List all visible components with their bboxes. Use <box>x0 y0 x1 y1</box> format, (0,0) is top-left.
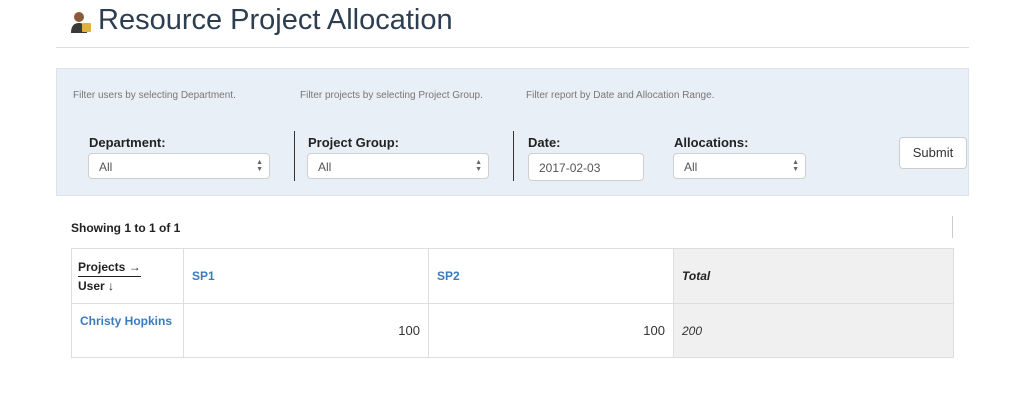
allocations-select[interactable]: All ▲ ▼ <box>673 153 806 179</box>
page-title-text: Resource Project Allocation <box>98 4 453 36</box>
corner-header: Projects → User ↓ <box>71 248 184 304</box>
filter-divider <box>294 131 295 181</box>
column-header-sp2[interactable]: SP2 <box>428 248 674 304</box>
column-header-sp1[interactable]: SP1 <box>183 248 429 304</box>
date-allocation-hint: Filter report by Date and Allocation Ran… <box>526 90 715 101</box>
allocation-cell-sp2: 100 <box>428 303 674 358</box>
project-group-select-value: All <box>318 160 332 174</box>
department-label: Department: <box>89 135 166 150</box>
project-group-hint: Filter projects by selecting Project Gro… <box>300 90 483 101</box>
select-arrows-icon: ▲ ▼ <box>475 159 482 173</box>
total-cell: 200 <box>673 303 954 358</box>
department-hint: Filter users by selecting Department. <box>73 90 236 101</box>
project-group-select[interactable]: All ▲ ▼ <box>307 153 489 179</box>
user-link[interactable]: Christy Hopkins <box>80 314 172 328</box>
select-arrows-icon: ▲ ▼ <box>256 159 263 173</box>
submit-button[interactable]: Submit <box>899 137 967 169</box>
allocation-table: Projects → User ↓ SP1 SP2 Total Christy … <box>71 248 954 358</box>
allocations-label: Allocations: <box>674 135 749 150</box>
allocations-select-value: All <box>684 160 698 174</box>
table-header-row: Projects → User ↓ SP1 SP2 Total <box>71 248 954 304</box>
page-title: Resource Project Allocation <box>70 4 453 37</box>
user-icon <box>71 11 91 33</box>
date-label: Date: <box>528 135 561 150</box>
project-link-sp2[interactable]: SP2 <box>437 269 460 283</box>
filter-divider <box>513 131 514 181</box>
select-arrows-icon: ▲ ▼ <box>792 159 799 173</box>
date-input-value: 2017-02-03 <box>539 161 601 175</box>
department-select-value: All <box>99 160 113 174</box>
department-select[interactable]: All ▲ ▼ <box>88 153 270 179</box>
allocation-cell-sp1: 100 <box>183 303 429 358</box>
project-group-label: Project Group: <box>308 135 400 150</box>
user-axis-label: User ↓ <box>78 278 115 293</box>
table-row: Christy Hopkins 100 100 200 <box>71 303 954 358</box>
results-count: Showing 1 to 1 of 1 <box>71 221 181 235</box>
column-header-total: Total <box>673 248 954 304</box>
date-input[interactable]: 2017-02-03 <box>528 153 644 181</box>
user-cell[interactable]: Christy Hopkins <box>71 303 184 358</box>
title-divider <box>56 47 969 48</box>
project-link-sp1[interactable]: SP1 <box>192 269 215 283</box>
filter-panel: Filter users by selecting Department. Fi… <box>56 68 969 196</box>
projects-axis-label: Projects → <box>78 260 141 277</box>
toolbar-divider <box>952 216 953 238</box>
